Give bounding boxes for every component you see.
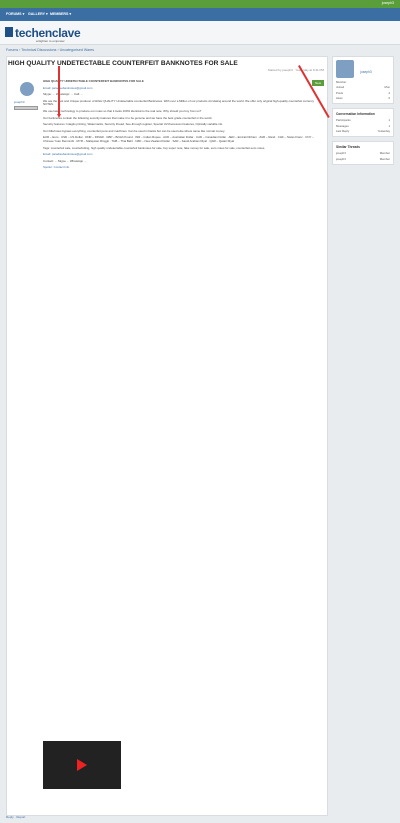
- logo-icon: [5, 27, 13, 37]
- avatar[interactable]: [20, 82, 34, 96]
- top-user-link[interactable]: joseph3: [382, 1, 394, 5]
- stat-row: Joined Mon: [336, 85, 390, 89]
- info-row: Last Reply Yesterday: [336, 129, 390, 133]
- post-paragraph: EUR – Euro · USD – US Dollar · DNR – DIN…: [43, 135, 314, 143]
- info-row: Participants 1: [336, 118, 390, 122]
- info-card: Conversation Information Participants 1 M…: [332, 108, 394, 137]
- video-embed[interactable]: [43, 741, 121, 789]
- post-paragraph: Tags: counterfeit sale, counterfeiting, …: [43, 145, 266, 150]
- thread-title: HIGH QUALITY UNDETECTABLE COUNTERFEIT BA…: [8, 60, 238, 67]
- post-paragraph: We are the best and Unique producer of H…: [43, 98, 315, 107]
- breadcrumb[interactable]: Forums › Technical Discussions › Uncateg…: [6, 48, 94, 52]
- post-username[interactable]: joseph3: [14, 100, 25, 104]
- post-paragraph: Our banknotes contain the following secu…: [43, 115, 213, 120]
- post-paragraph: HIGH QUALITY UNDETECTABLE COUNTERFEIT BA…: [43, 79, 144, 83]
- sidebar-username[interactable]: joseph3: [360, 70, 371, 74]
- post-paragraph: Security features: Intaglio printing, Wa…: [43, 122, 223, 127]
- post: joseph3 New HIGH QUALITY UNDETECTABLE CO…: [6, 78, 328, 815]
- logo[interactable]: techenclave: [15, 26, 81, 40]
- post-body: HIGH QUALITY UNDETECTABLE COUNTERFEIT BA…: [43, 79, 325, 173]
- post-paragraph: Skype: ... WhatsApp: ... Call: ...: [43, 92, 84, 97]
- role-label: Member: [336, 79, 347, 84]
- site-header: techenclave enlighten to empower: [0, 21, 400, 45]
- members-card: Similar Threads joseph3 Member joseph3 Mem…: [332, 141, 394, 165]
- member-row[interactable]: joseph3 Member: [336, 151, 390, 155]
- post-footer[interactable]: Reply · Report: [6, 815, 25, 819]
- user-card: joseph3 Member Joined Mon Posts 2 Likes 0: [332, 56, 394, 104]
- post-paragraph: We use latest technology to produce our …: [43, 108, 202, 113]
- top-bar: joseph3: [0, 0, 400, 8]
- post-paragraph: Our bills/notes bypass everything, count…: [43, 128, 225, 133]
- members-title: Similar Threads: [336, 145, 360, 149]
- post-user: joseph3: [10, 80, 38, 120]
- user-badge: [14, 106, 38, 110]
- main-nav: FORUMS ▾ GALLERY ▾ MEMBERS ▾: [0, 8, 400, 21]
- stat-row: Posts 2: [336, 90, 390, 95]
- annotation-arrow: [58, 66, 60, 116]
- thread-meta: Started by joseph3 · Yesterday at 6:41 P…: [267, 68, 324, 72]
- member-row[interactable]: joseph3 Member: [336, 157, 390, 161]
- nav-members[interactable]: MEMBERS ▾: [50, 12, 71, 16]
- sidebar: joseph3 Member Joined Mon Posts 2 Likes 0 C…: [332, 56, 394, 169]
- info-title: Conversation Information: [336, 112, 375, 116]
- nav-forums[interactable]: FORUMS ▾: [6, 12, 24, 16]
- sidebar-role: Member: [336, 80, 390, 84]
- info-row: Messages 1: [336, 123, 390, 128]
- post-paragraph[interactable]: Email: paradisebanknotes@gmail.com: [43, 153, 325, 157]
- post-paragraph[interactable]: Email: paradisebanknotes@gmail.com: [43, 86, 325, 91]
- post-paragraph: Contact: ... Skype ... WhatsApp ...: [43, 158, 87, 163]
- sidebar-avatar[interactable]: [336, 60, 354, 78]
- annotation-arrowhead: [57, 114, 61, 120]
- nav-gallery[interactable]: GALLERY ▾: [28, 12, 48, 16]
- logo-tagline: enlighten to empower: [36, 39, 65, 43]
- post-paragraph[interactable]: Spoiler: Contact Info: [43, 166, 325, 170]
- stat-row: Likes 0: [336, 96, 390, 100]
